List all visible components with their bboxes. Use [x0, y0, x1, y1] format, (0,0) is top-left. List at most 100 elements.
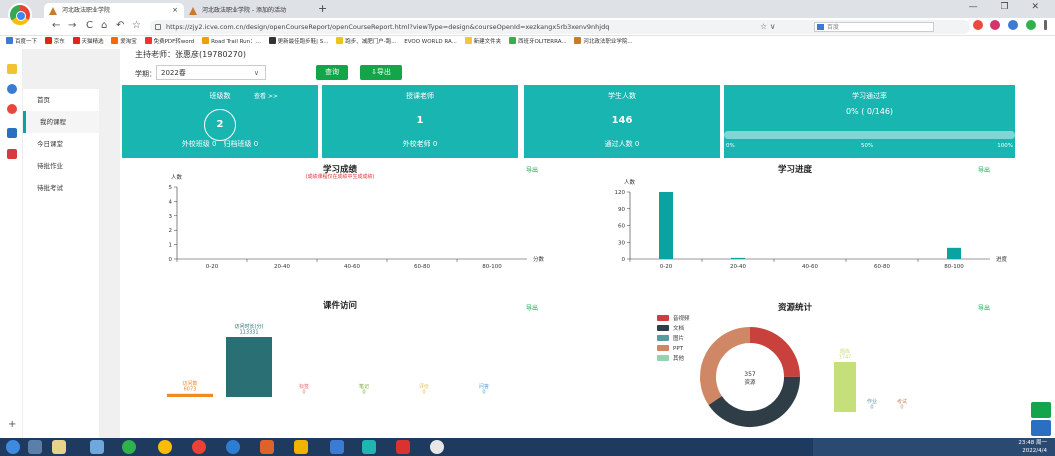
- progress-y-tick-label: 90: [618, 207, 625, 213]
- bookmark-item[interactable]: 更新最佳跑步鞋| S...: [268, 36, 328, 49]
- bank-bar-label: 1747: [839, 355, 852, 361]
- menu-item-today-class[interactable]: 今日课堂: [23, 133, 99, 155]
- bookmark-item[interactable]: 百度一下: [6, 36, 37, 49]
- bookmark-item[interactable]: 爱淘宝: [111, 36, 137, 49]
- progress-x-tick-label: 80-100: [944, 264, 964, 270]
- forward-icon[interactable]: →: [68, 20, 76, 31]
- time-text: 23:48 周一: [1018, 440, 1047, 446]
- course-report-page: 首页 我的课程 今日课堂 待批作业 待批考试 主持老师：张惠彦(19780270…: [23, 49, 1055, 438]
- browser-logo-icon[interactable]: [8, 3, 32, 27]
- weibo-icon[interactable]: [7, 104, 17, 114]
- browser-tab-2[interactable]: 河北政法职业学院 - 添加的活动: [184, 3, 314, 18]
- browser-side-rail: +: [0, 49, 23, 438]
- resources-legend-label: 文档: [673, 324, 685, 332]
- back-icon[interactable]: ←: [52, 20, 60, 31]
- resources-total-label: 资源: [744, 378, 756, 386]
- progress-bar: [731, 257, 745, 259]
- app-icon[interactable]: [7, 149, 17, 159]
- taskbar-app-icon[interactable]: [294, 440, 308, 454]
- extension-icon[interactable]: [1008, 20, 1019, 30]
- scores-x-tick-label: 60-80: [414, 264, 430, 270]
- download-icon[interactable]: [1026, 20, 1037, 30]
- charts-canvas: 人数 0 1 2 3 4 5 0-20 20-40 40-60 60-80 80-100 分数 人数 0 30…: [167, 173, 1008, 427]
- add-icon[interactable]: +: [8, 419, 16, 430]
- menu-item-pending-exams[interactable]: 待批考试: [23, 177, 99, 199]
- menu-item-pending-homework[interactable]: 待批作业: [23, 155, 99, 177]
- taskbar-app-icon[interactable]: [362, 440, 376, 454]
- mail-icon[interactable]: [7, 128, 17, 138]
- ie-icon[interactable]: [226, 440, 240, 454]
- reload-icon[interactable]: C: [86, 20, 93, 31]
- windows-taskbar: 23:48 周一 2022/4/4: [0, 438, 1055, 456]
- courseware-bar-label: 6073: [184, 386, 197, 392]
- window-controls[interactable]: — ❐ ✕: [969, 2, 1049, 12]
- close-tab-icon[interactable]: ×: [172, 3, 178, 18]
- home-icon[interactable]: ⌂: [101, 20, 107, 31]
- resources-donut-slice: [700, 327, 751, 405]
- scores-x-tick-label: 80-100: [482, 264, 502, 270]
- bookmark-item[interactable]: 京东: [44, 36, 65, 49]
- browser-tab-bar: 河北政法职业学院 × 河北政法职业学院 - 添加的活动 + — ❐ ✕: [0, 0, 1055, 18]
- bookmark-item[interactable]: Road Trail Run：...: [202, 36, 261, 49]
- menu-item-my-courses[interactable]: 我的课程: [23, 111, 99, 133]
- favorites-star-icon[interactable]: [7, 64, 17, 74]
- undo-icon[interactable]: ↶: [116, 20, 124, 31]
- progress-ylabel: 人数: [624, 178, 636, 186]
- float-app-icon[interactable]: [1031, 402, 1051, 418]
- taskbar-app-icon[interactable]: [90, 440, 104, 454]
- courseware-bar: [226, 337, 272, 397]
- taskbar-app-icon[interactable]: [122, 440, 136, 454]
- progress-bar: [659, 192, 673, 259]
- browser-icon[interactable]: [192, 440, 206, 454]
- side-menu: 首页 我的课程 今日课堂 待批作业 待批考试: [23, 89, 99, 438]
- extension-icon[interactable]: [972, 20, 983, 30]
- progress-y-tick-label: 120: [615, 190, 626, 196]
- search-input[interactable]: 百度: [814, 22, 934, 32]
- bookmarks-bar: 百度一下 京东 天猫精选 爱淘宝 免费PDF转word Road Trail R…: [0, 36, 1055, 49]
- resources-legend-swatch: [657, 355, 669, 361]
- bookmark-item[interactable]: 新建文件夹: [464, 36, 501, 49]
- courseware-bar: [167, 393, 213, 397]
- scores-y-tick-label: 0: [169, 257, 173, 263]
- search-placeholder: 百度: [827, 24, 840, 31]
- bookmark-item[interactable]: 河北政法职业学院...: [574, 36, 633, 49]
- start-icon[interactable]: [6, 440, 20, 454]
- clock[interactable]: 23:48 周一 2022/4/4: [1018, 439, 1047, 455]
- courseware-bar-label: 0: [362, 390, 365, 396]
- bookmark-star-icon[interactable]: ☆ ∨: [760, 20, 776, 34]
- menu-icon[interactable]: [1044, 20, 1047, 30]
- taskbar-app-icon[interactable]: [28, 440, 42, 454]
- wps-icon[interactable]: [396, 440, 410, 454]
- scores-x-tick-label: 20-40: [274, 264, 290, 270]
- bookmark-item[interactable]: EVOO WORLD RA...: [404, 36, 457, 49]
- bookmark-item[interactable]: 免费PDF转word: [144, 36, 194, 49]
- taskbar-app-icon[interactable]: [330, 440, 344, 454]
- scores-y-tick-label: 5: [169, 185, 173, 191]
- folder-icon[interactable]: [52, 440, 66, 454]
- history-icon[interactable]: [7, 84, 17, 94]
- progress-y-tick-label: 60: [618, 224, 625, 230]
- courseware-bar-label: 0: [302, 390, 305, 396]
- float-chat-icon[interactable]: [1031, 420, 1051, 436]
- scores-y-tick-label: 4: [169, 199, 173, 205]
- address-bar[interactable]: https://zjy2.icve.com.cn/design/openCour…: [150, 20, 970, 34]
- progress-x-tick-label: 60-80: [874, 264, 890, 270]
- extension-icon[interactable]: [990, 20, 1001, 30]
- browser-tab-1[interactable]: 河北政法职业学院 ×: [44, 3, 184, 18]
- bookmark-item[interactable]: 天猫精选: [72, 36, 104, 49]
- lock-icon: [155, 24, 161, 30]
- chrome-icon[interactable]: [158, 440, 172, 454]
- taskbar-app-icon[interactable]: [260, 440, 274, 454]
- system-tray: 23:48 周一 2022/4/4: [813, 438, 1055, 456]
- scores-y-tick-label: 3: [169, 214, 173, 220]
- bookmark-item[interactable]: 跑步、减肥门户-跑...: [336, 36, 396, 49]
- star-icon[interactable]: ☆: [132, 20, 141, 31]
- bookmark-item[interactable]: 西班牙OLITERRA...: [508, 36, 567, 49]
- courseware-bar-label: 113331: [239, 330, 258, 336]
- resources-legend-swatch: [657, 325, 669, 331]
- new-tab-button[interactable]: +: [318, 2, 327, 15]
- menu-item-home[interactable]: 首页: [23, 89, 99, 111]
- scores-ylabel: 人数: [171, 173, 183, 181]
- taskbar-app-icon[interactable]: [430, 440, 444, 454]
- floating-buttons: [1031, 402, 1051, 438]
